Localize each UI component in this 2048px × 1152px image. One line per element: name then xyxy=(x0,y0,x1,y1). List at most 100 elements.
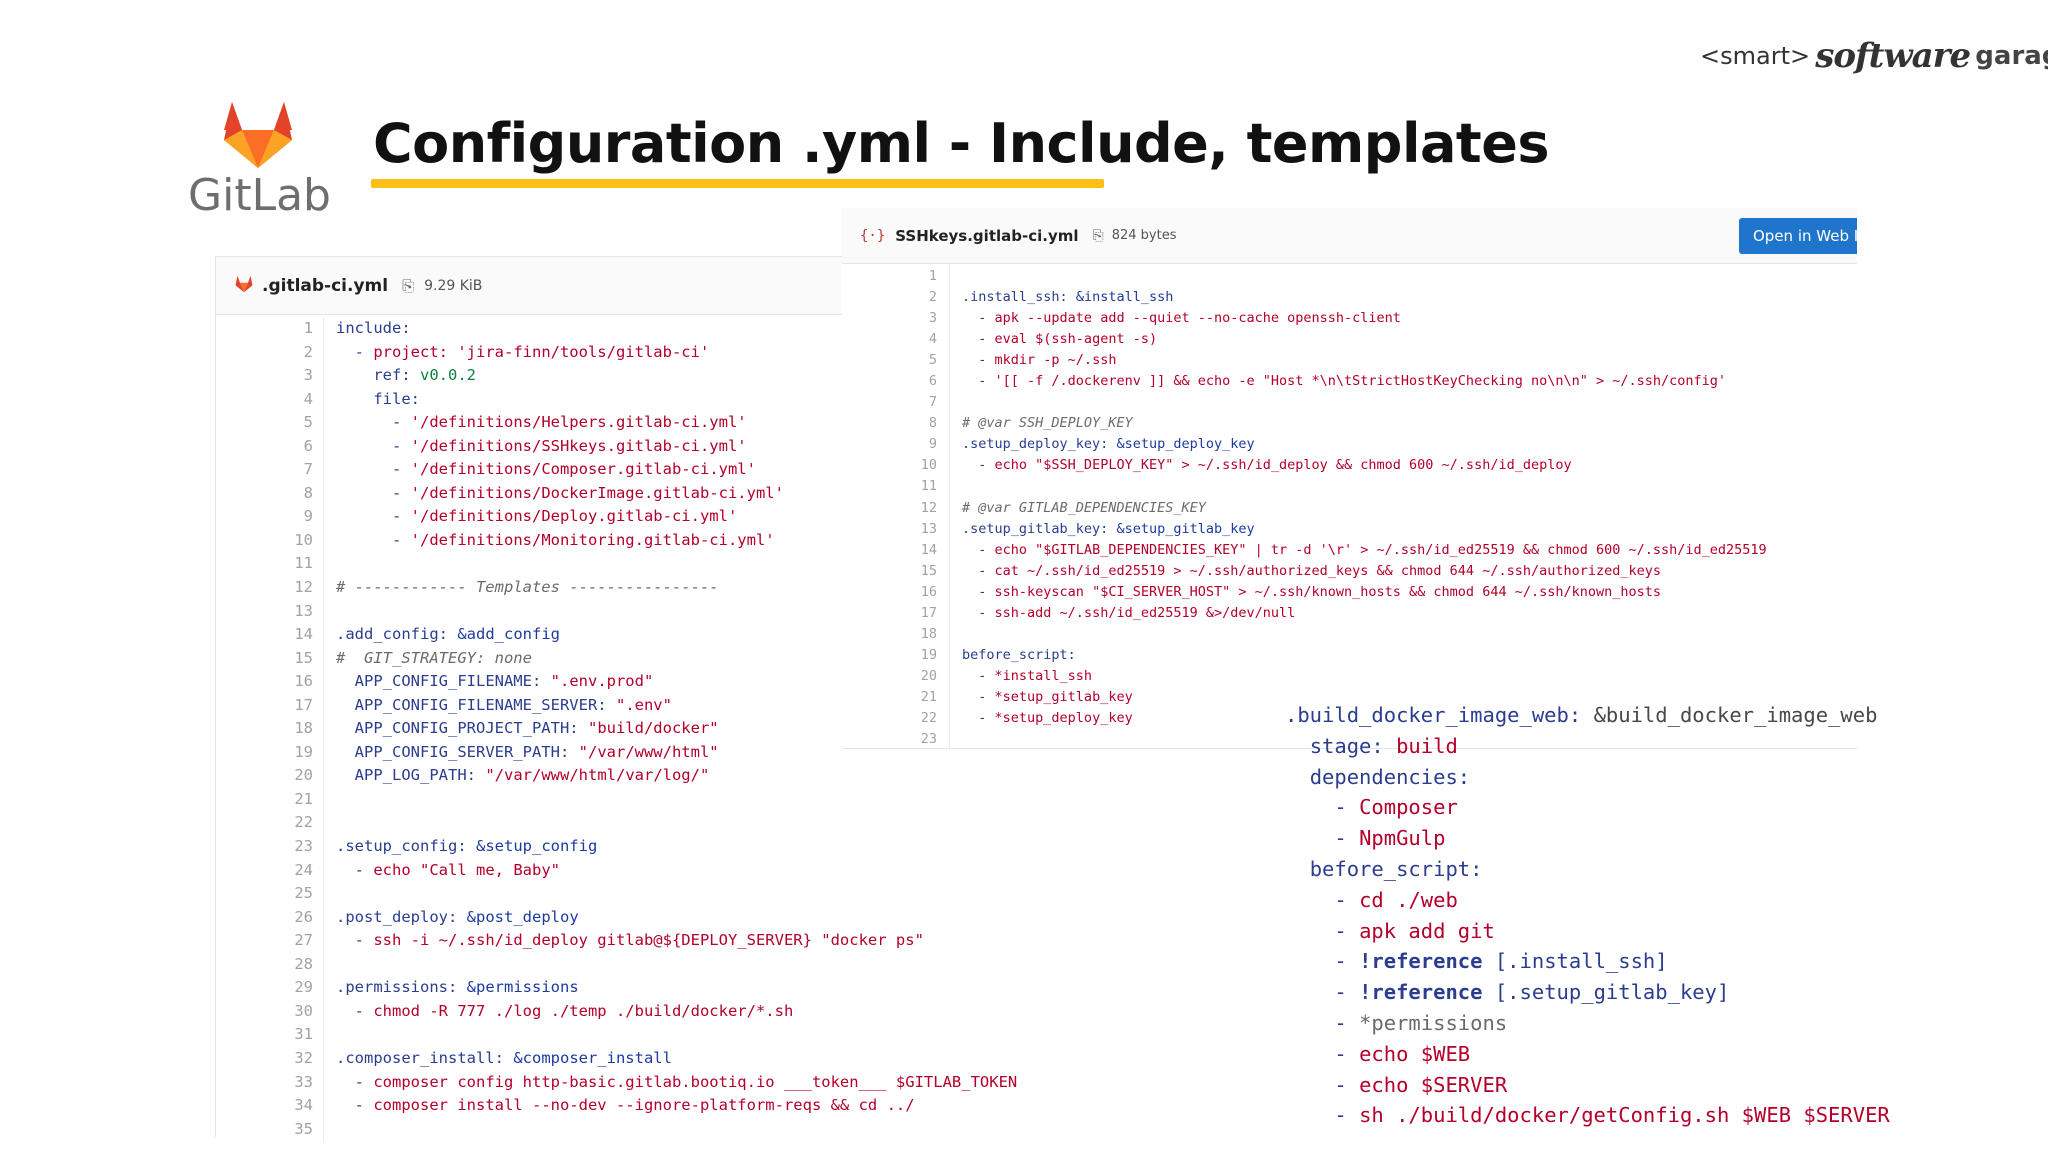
line-number[interactable]: 35 xyxy=(216,1117,324,1142)
line-number[interactable]: 32 xyxy=(216,1046,324,1071)
line-text xyxy=(324,882,345,906)
code-line: 9 - '/definitions/Deploy.gitlab-ci.yml' xyxy=(216,505,846,529)
line-number[interactable]: 30 xyxy=(216,999,324,1024)
line-number[interactable]: 3 xyxy=(216,364,324,388)
line-number[interactable]: 19 xyxy=(216,740,324,765)
line-number[interactable]: 20 xyxy=(842,665,950,687)
line-number[interactable]: 5 xyxy=(216,411,324,435)
line-number[interactable]: 25 xyxy=(216,882,324,906)
line-number[interactable]: 11 xyxy=(842,476,950,498)
code-line: 14 .add_config: &add_config xyxy=(216,623,846,647)
line-number[interactable]: 16 xyxy=(216,670,324,694)
line-number[interactable]: 34 xyxy=(216,1094,324,1118)
line-number[interactable]: 17 xyxy=(842,602,950,624)
code-line: 20 APP_LOG_PATH: "/var/www/html/var/log/… xyxy=(216,764,846,788)
line-number[interactable]: 2 xyxy=(216,340,324,365)
line-number[interactable]: 13 xyxy=(842,518,950,540)
line-number[interactable]: 12 xyxy=(842,497,950,519)
line-text: - '/definitions/SSHkeys.gitlab-ci.yml' xyxy=(392,436,747,455)
line-number[interactable]: 15 xyxy=(216,646,324,671)
line-number[interactable]: 21 xyxy=(216,787,324,812)
line-text: - apk --update add --quiet --no-cache op… xyxy=(978,310,1401,327)
line-number[interactable]: 7 xyxy=(842,392,950,414)
line-number[interactable]: 15 xyxy=(842,560,950,582)
code-line: 23 .setup_config: &setup_config xyxy=(216,835,846,859)
line-text: .permissions: &permissions xyxy=(336,978,579,997)
line-number[interactable]: 4 xyxy=(216,387,324,412)
open-in-web-ide-button[interactable]: Open in Web I xyxy=(1739,218,1857,254)
file-name[interactable]: .gitlab-ci.yml xyxy=(262,276,388,296)
line-text: before_script: xyxy=(962,646,1076,663)
line-number[interactable]: 14 xyxy=(216,623,324,647)
line-number[interactable]: 26 xyxy=(216,905,324,930)
code-line: 27 - ssh -i ~/.ssh/id_deploy gitlab@${DE… xyxy=(216,929,924,953)
line-number[interactable]: 14 xyxy=(842,539,950,561)
line-number[interactable]: 21 xyxy=(842,686,950,708)
line-number[interactable]: 33 xyxy=(216,1070,324,1095)
line-number[interactable]: 9 xyxy=(216,505,324,529)
code-line: 7 xyxy=(842,392,1857,414)
code-line: 25 xyxy=(216,882,846,906)
file-size: 824 bytes xyxy=(1111,228,1177,243)
line-number[interactable]: 10 xyxy=(842,455,950,477)
line-text: APP_LOG_PATH: "/var/www/html/var/log/" xyxy=(354,766,710,785)
line-number[interactable]: 6 xyxy=(842,371,950,393)
code-line: 8 # @var SSH_DEPLOY_KEY xyxy=(842,413,1857,435)
file-name[interactable]: SSHkeys.gitlab-ci.yml xyxy=(895,227,1078,245)
line-number[interactable]: 3 xyxy=(842,308,950,330)
line-number[interactable]: 2 xyxy=(842,287,950,309)
line-number[interactable]: 17 xyxy=(216,693,324,718)
line-text: - '/definitions/Composer.gitlab-ci.yml' xyxy=(392,460,756,479)
gitlab-file-icon xyxy=(234,275,254,297)
line-number[interactable]: 16 xyxy=(842,581,950,603)
line-number[interactable]: 23 xyxy=(216,835,324,859)
brand-logo: <smart> software garage xyxy=(1700,36,2048,96)
line-number[interactable]: 24 xyxy=(216,858,324,883)
line-number[interactable]: 18 xyxy=(842,623,950,645)
sshkeys-file-panel: {·} SSHkeys.gitlab-ci.yml ⎘ 824 bytes Op… xyxy=(842,208,1857,751)
line-number[interactable]: 18 xyxy=(216,717,324,741)
line-text: - composer config http-basic.gitlab.boot… xyxy=(354,1072,1018,1091)
line-number[interactable]: 28 xyxy=(216,952,324,977)
line-number[interactable]: 11 xyxy=(216,552,324,577)
line-text: include: xyxy=(336,319,411,337)
build-docker-image-snippet: .build_docker_image_web: &build_docker_i… xyxy=(1285,700,1975,1131)
line-number[interactable]: 19 xyxy=(842,644,950,666)
line-number[interactable]: 9 xyxy=(842,434,950,456)
line-number[interactable]: 1 xyxy=(842,266,950,288)
line-number[interactable]: 23 xyxy=(842,729,950,751)
code-line: 33 - composer config http-basic.gitlab.b… xyxy=(216,1070,1017,1095)
code-line: 26 .post_deploy: &post_deploy xyxy=(216,905,846,930)
line-number[interactable]: 4 xyxy=(842,329,950,351)
line-number[interactable]: 10 xyxy=(216,528,324,553)
line-number[interactable]: 7 xyxy=(216,458,324,482)
line-number[interactable]: 22 xyxy=(842,707,950,730)
code-line: 30 - chmod -R 777 ./log ./temp ./build/d… xyxy=(216,999,846,1024)
line-number[interactable]: 29 xyxy=(216,976,324,1000)
line-text xyxy=(950,624,970,645)
code-line: 11 xyxy=(842,476,1857,498)
line-text: - '/definitions/Deploy.gitlab-ci.yml' xyxy=(392,507,738,526)
line-number[interactable]: 8 xyxy=(216,481,324,506)
line-number[interactable]: 31 xyxy=(216,1023,324,1047)
copy-icon[interactable]: ⎘ xyxy=(402,277,414,295)
code-line: 4 file: xyxy=(216,387,846,412)
line-text xyxy=(324,811,345,835)
line-number[interactable]: 12 xyxy=(216,576,324,600)
code-line: 10 - '/definitions/Monitoring.gitlab-ci.… xyxy=(216,528,846,553)
code-line: 5 - '/definitions/Helpers.gitlab-ci.yml' xyxy=(216,411,846,435)
line-text: - eval $(ssh-agent -s) xyxy=(978,331,1158,348)
line-text: APP_CONFIG_FILENAME: ".env.prod" xyxy=(354,672,654,691)
line-number[interactable]: 13 xyxy=(216,599,324,624)
line-number[interactable]: 5 xyxy=(842,350,950,372)
copy-icon[interactable]: ⎘ xyxy=(1093,228,1104,244)
line-number[interactable]: 20 xyxy=(216,764,324,788)
line-number[interactable]: 22 xyxy=(216,811,324,836)
line-number[interactable]: 8 xyxy=(842,413,950,435)
line-number[interactable]: 6 xyxy=(216,434,324,459)
line-number[interactable]: 27 xyxy=(216,929,324,953)
gitlab-ci-file-panel: .gitlab-ci.yml ⎘ 9.29 KiB 1 include: 2 - p… xyxy=(215,256,1017,1142)
line-number[interactable]: 1 xyxy=(216,317,324,341)
code-line: 13 .setup_gitlab_key: &setup_gitlab_key xyxy=(842,518,1857,540)
line-text xyxy=(324,600,345,624)
